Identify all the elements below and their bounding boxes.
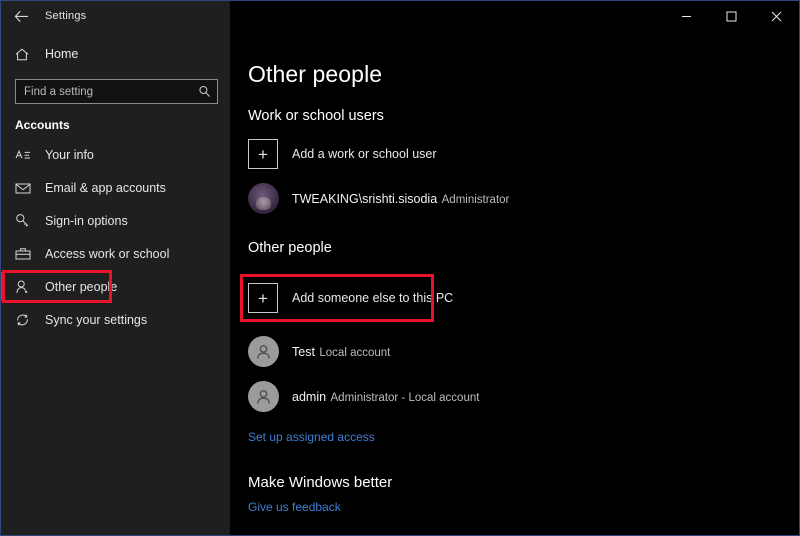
sidebar-item-sync-your-settings[interactable]: Sync your settings [1, 303, 230, 336]
user-role: Administrator - Local account [330, 391, 480, 404]
your-info-icon [15, 149, 37, 161]
other-people-section-title: Other people [248, 240, 332, 256]
sidebar-item-other-people[interactable]: Other people [1, 270, 230, 303]
user-row[interactable]: TWEAKING\srishti.sisodia Administrator [248, 183, 799, 214]
sidebar: Home Accounts [1, 31, 230, 535]
plus-icon: + [248, 139, 278, 169]
avatar [248, 381, 279, 412]
search-input[interactable] [24, 85, 198, 98]
window-controls [230, 1, 799, 31]
search-icon[interactable] [198, 85, 211, 98]
sync-icon [15, 313, 37, 327]
key-icon [15, 213, 37, 228]
sidebar-item-label: Sync your settings [45, 312, 148, 327]
set-up-assigned-access-link[interactable]: Set up assigned access [248, 430, 375, 444]
briefcase-icon [15, 247, 37, 260]
give-us-feedback-link[interactable]: Give us feedback [248, 500, 341, 514]
add-someone-else-button[interactable]: + Add someone else to this PC [240, 274, 453, 322]
sidebar-item-label: Access work or school [45, 246, 170, 261]
sidebar-item-label: Other people [45, 279, 118, 294]
add-work-school-user-button[interactable]: + Add a work or school user [248, 139, 437, 169]
person-icon [15, 280, 37, 294]
sidebar-item-label: Sign-in options [45, 213, 128, 228]
work-school-section-title: Work or school users [248, 108, 384, 124]
avatar [248, 183, 279, 214]
home-icon [15, 48, 37, 61]
title-bar: Settings [1, 1, 799, 31]
add-work-school-user-label: Add a work or school user [292, 147, 437, 161]
plus-icon: + [248, 283, 278, 313]
envelope-icon [15, 182, 37, 194]
user-role: Administrator [441, 193, 510, 206]
maximize-icon[interactable] [709, 1, 754, 31]
main-content: Other people Work or school users + Add … [230, 31, 799, 535]
search-box[interactable] [15, 79, 218, 104]
sidebar-item-home[interactable]: Home [1, 39, 230, 69]
page-title: Other people [248, 61, 383, 87]
sidebar-home-label: Home [45, 47, 79, 61]
back-arrow-icon[interactable] [1, 1, 41, 31]
make-windows-better-title: Make Windows better [248, 474, 393, 491]
sidebar-item-access-work-or-school[interactable]: Access work or school [1, 237, 230, 270]
sidebar-item-label: Your info [45, 147, 94, 162]
user-name: Test [292, 344, 315, 359]
user-name: admin [292, 389, 327, 404]
user-role: Local account [319, 346, 391, 359]
sidebar-item-sign-in-options[interactable]: Sign-in options [1, 204, 230, 237]
sidebar-item-your-info[interactable]: Your info [1, 138, 230, 171]
title-bar-left: Settings [1, 1, 230, 31]
sidebar-section-title: Accounts [15, 118, 70, 132]
window-body: Home Accounts [1, 31, 799, 535]
add-someone-else-label: Add someone else to this PC [292, 291, 454, 305]
sidebar-item-label: Email & app accounts [45, 180, 166, 195]
user-name: TWEAKING\srishti.sisodia [292, 191, 438, 206]
settings-window: Settings Home Find a setting Accounts Yo… [0, 0, 800, 536]
window-title: Settings [45, 10, 87, 22]
close-icon[interactable] [754, 1, 799, 31]
sidebar-item-email-app-accounts[interactable]: Email & app accounts [1, 171, 230, 204]
user-row[interactable]: Test Local account [248, 336, 799, 367]
selection-accent-bar [1, 272, 4, 301]
minimize-icon[interactable] [664, 1, 709, 31]
avatar [248, 336, 279, 367]
user-row[interactable]: admin Administrator - Local account [248, 381, 799, 412]
